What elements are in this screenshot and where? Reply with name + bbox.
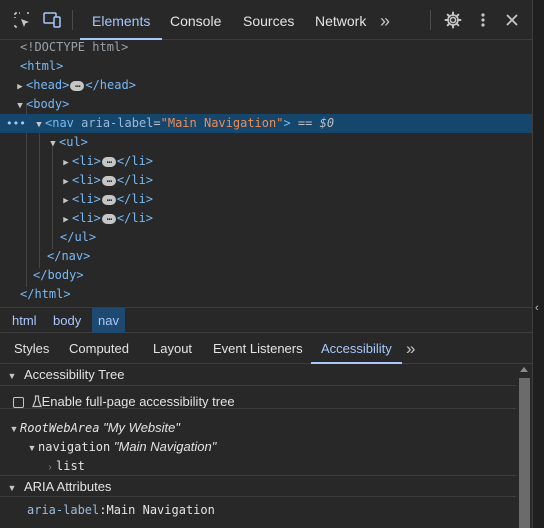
li-close-tag: </li>	[116, 154, 154, 168]
breadcrumb-html[interactable]: html	[6, 308, 43, 333]
more-subtabs-icon[interactable]: »	[406, 334, 415, 364]
collapse-triangle-icon: ▼	[7, 371, 17, 381]
tree-row-ul[interactable]: ▼ <ul>	[0, 133, 532, 152]
doctype-text: <!DOCTYPE html>	[20, 40, 129, 54]
tree-row-head[interactable]: ▶ <head>… </head>	[0, 76, 532, 95]
section-title: ARIA Attributes	[24, 479, 112, 494]
breadcrumb-nav[interactable]: nav	[92, 308, 125, 333]
tab-console[interactable]: Console	[170, 0, 221, 40]
tree-row-li[interactable]: ▶ <li>… </li>	[0, 171, 532, 190]
collapse-triangle-icon[interactable]: ▼	[8, 424, 20, 434]
chevron-left-icon[interactable]: ‹	[535, 302, 539, 314]
settings-gear-icon[interactable]	[443, 10, 463, 30]
nav-attr-value: "Main Navigation"	[160, 116, 284, 130]
aria-attr-key: aria-label	[27, 503, 100, 517]
tree-row-body-close[interactable]: </body>	[0, 266, 532, 285]
aria-attributes-section-header[interactable]: ▼ ARIA Attributes	[0, 475, 516, 497]
drawer-resize-rail[interactable]: ‹	[532, 0, 544, 528]
accessibility-pane: ▼ Accessibility Tree Enable full-page acc…	[0, 364, 516, 528]
ax-name: "Main Navigation"	[113, 439, 217, 454]
tab-layout[interactable]: Layout	[153, 334, 192, 364]
tab-accessibility[interactable]: Accessibility	[311, 334, 402, 364]
tree-row-body[interactable]: ▼ <body>	[0, 95, 532, 114]
toolbar-divider	[430, 10, 431, 30]
html-open-tag: <html>	[20, 59, 64, 73]
tab-event-listeners[interactable]: Event Listeners	[213, 334, 303, 364]
toolbar-divider	[72, 10, 73, 30]
collapse-triangle-icon[interactable]: ▼	[26, 443, 38, 453]
tree-row-doctype[interactable]: <!DOCTYPE html>	[0, 38, 532, 57]
nav-attr-name: aria-label	[81, 116, 154, 130]
aria-attribute-row: aria-label:Main Navigation	[27, 502, 215, 517]
enable-full-page-checkbox[interactable]	[13, 397, 24, 409]
li-open-tag: <li>	[72, 211, 101, 225]
more-options-icon[interactable]	[473, 10, 493, 30]
nav-attr-eq: =	[153, 116, 161, 130]
row-actions-icon[interactable]: •••	[6, 114, 26, 133]
tree-row-li[interactable]: ▶ <li>… </li>	[0, 190, 532, 209]
section-title: Accessibility Tree	[24, 367, 125, 382]
head-close-tag: </head>	[85, 78, 136, 92]
collapsed-ellipsis-icon[interactable]: …	[101, 213, 116, 224]
collapsed-ellipsis-icon[interactable]: …	[70, 80, 85, 91]
scroll-up-arrow-icon[interactable]	[520, 367, 528, 372]
tree-row-nav-selected[interactable]: ••• ▼ <nav aria-label="Main Navigation"> …	[0, 114, 532, 133]
collapsed-ellipsis-icon[interactable]: …	[101, 175, 116, 186]
tree-row-li[interactable]: ▶ <li>… </li>	[0, 209, 532, 228]
selected-node-marker: == $0	[297, 116, 335, 130]
body-close-tag: </body>	[33, 268, 84, 282]
enable-full-page-label: Enable full-page accessibility tree	[41, 394, 235, 409]
select-element-icon[interactable]	[12, 10, 32, 30]
collapsed-ellipsis-icon[interactable]: …	[101, 194, 116, 205]
collapse-triangle-icon: ▼	[7, 483, 17, 493]
body-open-tag: <body>	[26, 97, 70, 111]
li-open-tag: <li>	[72, 173, 101, 187]
ax-node-rootwebarea[interactable]: ▼ RootWebArea "My Website"	[8, 420, 180, 435]
ul-open-tag: <ul>	[59, 135, 88, 149]
head-open-tag: <head>	[26, 78, 70, 92]
ax-role: navigation	[38, 440, 111, 454]
dom-tree: <!DOCTYPE html> <html> ▶ <head>… </head> ▼…	[0, 40, 532, 308]
tree-row-html[interactable]: <html>	[0, 57, 532, 76]
nav-close-tag: </nav>	[47, 249, 91, 263]
nav-open-tag: <nav	[45, 116, 74, 130]
tree-row-html-close[interactable]: </html>	[0, 285, 532, 304]
tab-styles[interactable]: Styles	[14, 334, 49, 364]
tab-sources[interactable]: Sources	[243, 0, 294, 40]
ax-node-navigation[interactable]: ▼ navigation "Main Navigation"	[26, 439, 217, 454]
html-close-tag: </html>	[20, 287, 71, 301]
tree-row-li[interactable]: ▶ <li>… </li>	[0, 152, 532, 171]
devtools-toolbar: Elements Console Sources Network »	[0, 0, 532, 40]
tab-network[interactable]: Network	[315, 0, 366, 40]
scrollbar-thumb[interactable]	[519, 378, 530, 528]
li-close-tag: </li>	[116, 173, 154, 187]
li-open-tag: <li>	[72, 192, 101, 206]
tab-elements[interactable]: Elements	[79, 0, 163, 40]
sidebar-tabs: Styles Computed Layout Event Listeners A…	[0, 334, 532, 364]
li-open-tag: <li>	[72, 154, 101, 168]
ax-role: list	[56, 459, 85, 473]
more-tabs-icon[interactable]: »	[380, 0, 390, 40]
accessibility-tree-section-header[interactable]: ▼ Accessibility Tree	[0, 364, 516, 386]
nav-open-end: >	[283, 116, 291, 130]
device-toolbar-icon[interactable]	[42, 10, 62, 30]
tree-row-nav-close[interactable]: </nav>	[0, 247, 532, 266]
li-close-tag: </li>	[116, 192, 154, 206]
divider	[0, 408, 516, 409]
aria-attr-value: Main Navigation	[106, 503, 215, 517]
ax-node-list[interactable]: › list	[44, 458, 85, 473]
ax-role: RootWebArea	[20, 421, 100, 435]
chevron-right-icon[interactable]: ›	[44, 462, 56, 473]
li-close-tag: </li>	[116, 211, 154, 225]
breadcrumb: html body nav	[0, 307, 532, 333]
close-icon[interactable]	[502, 10, 522, 30]
collapsed-ellipsis-icon[interactable]: …	[101, 156, 116, 167]
breadcrumb-body[interactable]: body	[47, 308, 87, 333]
ax-name: "My Website"	[103, 420, 181, 435]
tab-computed[interactable]: Computed	[69, 334, 129, 364]
ul-close-tag: </ul>	[60, 230, 97, 244]
tree-row-ul-close[interactable]: </ul>	[0, 228, 532, 247]
